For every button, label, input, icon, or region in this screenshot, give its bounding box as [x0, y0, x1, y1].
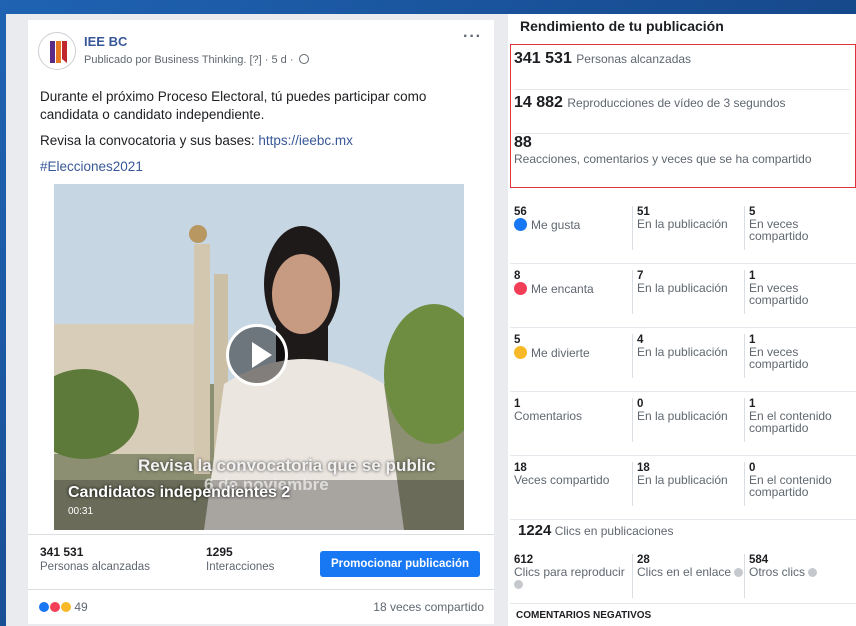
- cell-label: En la publicación: [637, 281, 728, 295]
- panel-title: Rendimiento de tu publicación: [520, 18, 724, 34]
- metric-reach: 341 531 Personas alcanzadas: [514, 50, 850, 90]
- cell-label: En veces compartido: [749, 281, 809, 307]
- metric-engagement: 88 Reacciones, comentarios y veces que s…: [514, 134, 850, 184]
- post-link[interactable]: https://ieebc.mx: [258, 133, 353, 148]
- post-footer: 49 18 veces compartido: [38, 600, 484, 620]
- post-text: Durante el próximo Proceso Electoral, tú…: [40, 88, 480, 184]
- metric-value: 14 882: [514, 94, 563, 111]
- breakdown-cell: 1 En el contenido compartido: [744, 398, 856, 442]
- hashtag-link[interactable]: #Elecciones2021: [40, 158, 480, 176]
- haha-reaction-icon: [60, 601, 72, 613]
- clicks-cell: 28 Clics en el enlace: [632, 554, 744, 598]
- cell-number: 5: [514, 334, 521, 346]
- clicks-label: Clics en publicaciones: [554, 524, 674, 538]
- reactions-summary[interactable]: 49: [38, 600, 88, 614]
- video-player[interactable]: Revisa la convocatoria que se public 6 d…: [54, 184, 464, 530]
- interactions-label: Interacciones: [206, 561, 275, 573]
- cell-label: En veces compartido: [749, 217, 809, 243]
- cell-label: En la publicación: [637, 409, 728, 423]
- more-options-icon[interactable]: ···: [463, 28, 482, 46]
- cell-label: En veces compartido: [749, 345, 809, 371]
- cell-label: En el contenido compartido: [749, 473, 832, 499]
- breakdown-row-comments: 1 Comentarios 0 En la publicación 1 En e…: [510, 392, 856, 456]
- post-text-line2: Revisa la convocatoria y sus bases: http…: [40, 132, 480, 150]
- performance-panel: Rendimiento de tu publicación 341 531 Pe…: [508, 14, 856, 626]
- post-text-line2-prefix: Revisa la convocatoria y sus bases:: [40, 133, 259, 148]
- reach-stat: 341 531 Personas alcanzadas: [40, 545, 150, 573]
- breakdown-cell: 0 En la publicación: [632, 398, 744, 442]
- like-icon: [514, 218, 527, 231]
- breakdown-cell: 18 En la publicación: [632, 462, 744, 506]
- metric-value: 88: [514, 134, 532, 151]
- iee-logo-icon: [50, 41, 67, 63]
- clicks-total: 1224: [518, 522, 552, 539]
- info-icon[interactable]: [808, 568, 818, 577]
- breakdown-row-haha: 5 Me divierte 4 En la publicación 1 En v…: [510, 328, 856, 392]
- play-button[interactable]: [226, 324, 288, 386]
- cell-number: 56: [514, 206, 527, 218]
- clicks-breakdown: 612 Clics para reproducir 28 Clics en el…: [510, 548, 856, 604]
- info-icon[interactable]: [734, 568, 744, 577]
- breakdown-cell: 5 Me divierte: [514, 334, 626, 359]
- promote-post-button[interactable]: Promocionar publicación: [320, 551, 480, 577]
- breakdown-cell: 8 Me encanta: [514, 270, 626, 295]
- cell-label: Otros clics: [749, 565, 806, 579]
- cell-label: En el contenido compartido: [749, 409, 832, 435]
- post-stats-bar: 341 531 Personas alcanzadas 1295 Interac…: [28, 534, 494, 590]
- post-meta: Publicado por Business Thinking. [?] · 5…: [84, 54, 309, 66]
- globe-icon: [298, 54, 309, 64]
- cell-label: Me divierte: [531, 346, 590, 360]
- interactions-value: 1295: [206, 545, 233, 559]
- info-icon[interactable]: [514, 580, 523, 589]
- breakdown-cell: 7 En la publicación: [632, 270, 744, 314]
- clicks-cell: 612 Clics para reproducir: [514, 554, 626, 590]
- cell-label: Comentarios: [514, 409, 583, 423]
- cell-label: Clics para reproducir: [514, 565, 625, 579]
- cell-number: 8: [514, 270, 521, 282]
- metric-label: Personas alcanzadas: [576, 52, 692, 66]
- interactions-stat: 1295 Interacciones: [206, 545, 274, 573]
- cell-label: Me gusta: [531, 218, 581, 232]
- breakdown-row-shares: 18 Veces compartido 18 En la publicación…: [510, 456, 856, 520]
- reach-label: Personas alcanzadas: [40, 561, 150, 573]
- post-text-line1: Durante el próximo Proceso Electoral, tú…: [40, 89, 427, 122]
- cell-label: En la publicación: [637, 345, 728, 359]
- breakdown-cell: 4 En la publicación: [632, 334, 744, 378]
- breakdown-cell: 56 Me gusta: [514, 206, 626, 231]
- breakdown-cell: 18 Veces compartido: [514, 462, 626, 486]
- cell-label: Me encanta: [531, 282, 594, 296]
- metric-label: Reacciones, comentarios y veces que se h…: [514, 152, 812, 166]
- reactions-count: 49: [74, 600, 88, 614]
- post-meta-text: Publicado por Business Thinking. [?] · 5…: [84, 54, 294, 66]
- metric-label: Reproducciones de vídeo de 3 segundos: [567, 96, 786, 110]
- post-card: IEE BC Publicado por Business Thinking. …: [28, 20, 494, 624]
- love-icon: [514, 282, 527, 295]
- cell-label: Veces compartido: [514, 473, 610, 487]
- breakdown-row-likes: 56 Me gusta 51 En la publicación 5 En ve…: [510, 200, 856, 264]
- cell-label: Clics en el enlace: [637, 565, 732, 579]
- haha-icon: [514, 346, 527, 359]
- video-title: Candidatos independientes 2: [68, 484, 291, 501]
- reach-value: 341 531: [40, 545, 84, 559]
- negative-comments-title: COMENTARIOS NEGATIVOS: [516, 610, 652, 621]
- breakdown-cell: 1 En veces compartido: [744, 270, 856, 314]
- cell-label: En la publicación: [637, 473, 728, 487]
- post-header: IEE BC Publicado por Business Thinking. …: [38, 28, 484, 72]
- page-avatar[interactable]: [38, 32, 76, 70]
- cell-label: En la publicación: [637, 217, 728, 231]
- clicks-cell: 584 Otros clics: [744, 554, 856, 598]
- breakdown-cell: 1 Comentarios: [514, 398, 626, 422]
- metric-video-views: 14 882 Reproducciones de vídeo de 3 segu…: [514, 94, 850, 134]
- clicks-header: 1224 Clics en publicaciones: [518, 522, 856, 540]
- shares-count[interactable]: 18 veces compartido: [373, 600, 484, 614]
- video-caption-top: Revisa la convocatoria que se public: [138, 456, 436, 475]
- page-name-link[interactable]: IEE BC: [84, 34, 127, 49]
- metric-value: 341 531: [514, 50, 572, 67]
- breakdown-cell: 1 En veces compartido: [744, 334, 856, 378]
- breakdown-cell: 0 En el contenido compartido: [744, 462, 856, 506]
- breakdown-cell: 51 En la publicación: [632, 206, 744, 250]
- breakdown-row-love: 8 Me encanta 7 En la publicación 1 En ve…: [510, 264, 856, 328]
- breakdown-cell: 5 En veces compartido: [744, 206, 856, 250]
- video-duration: 00:31: [68, 506, 94, 517]
